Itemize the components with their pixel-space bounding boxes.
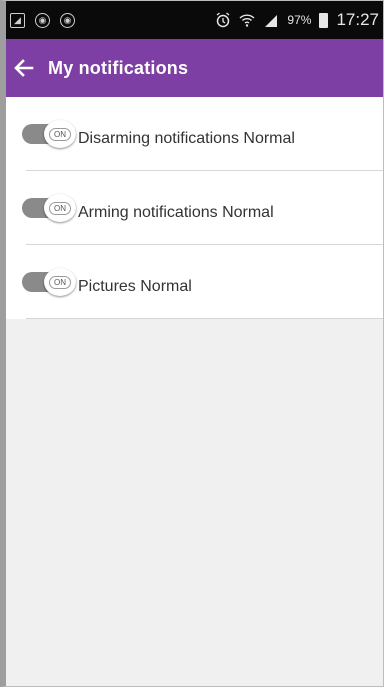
app-notification-icon: ◉ — [35, 12, 50, 28]
disarming-toggle[interactable]: ON — [22, 120, 78, 148]
app-bar: My notifications — [6, 39, 383, 97]
status-bar: ◢ ◉ ◉ 97% 17:27 — [6, 1, 383, 39]
clock: 17:27 — [336, 10, 379, 29]
toggle-on-label: ON — [49, 201, 71, 215]
arming-toggle[interactable]: ON — [22, 194, 78, 222]
pictures-toggle[interactable]: ON — [22, 268, 78, 296]
toggle-thumb: ON — [44, 120, 76, 148]
status-left-icons: ◢ ◉ ◉ — [10, 12, 75, 28]
notification-label: Disarming notifications Normal — [78, 130, 295, 147]
toggle-on-label: ON — [49, 275, 71, 289]
signal-icon — [265, 15, 278, 27]
notification-row-disarming: ON Disarming notifications Normal — [6, 97, 383, 171]
app-notification-icon: ◉ — [60, 12, 75, 28]
notification-row-pictures: ON Pictures Normal — [6, 245, 383, 319]
notification-label: Pictures Normal — [78, 278, 192, 295]
toggle-thumb: ON — [44, 194, 76, 222]
toggle-thumb: ON — [44, 268, 76, 296]
image-notification-icon: ◢ — [10, 12, 25, 28]
wifi-icon — [239, 14, 255, 27]
page-title: My notifications — [48, 57, 189, 78]
battery-icon — [319, 12, 329, 28]
notification-row-arming: ON Arming notifications Normal — [6, 171, 383, 245]
battery-percent: 97% — [287, 13, 312, 27]
alarm-icon — [217, 12, 230, 28]
arrow-left-icon[interactable] — [10, 56, 38, 80]
phone-screen: ◢ ◉ ◉ 97% 17:27 My notifications ON Disa… — [0, 0, 384, 687]
toggle-on-label: ON — [49, 127, 71, 141]
divider — [26, 318, 383, 319]
status-right-icons: 97% 17:27 — [215, 10, 379, 30]
notification-settings-list: ON Disarming notifications Normal ON Arm… — [6, 97, 383, 319]
notification-label: Arming notifications Normal — [78, 204, 274, 221]
